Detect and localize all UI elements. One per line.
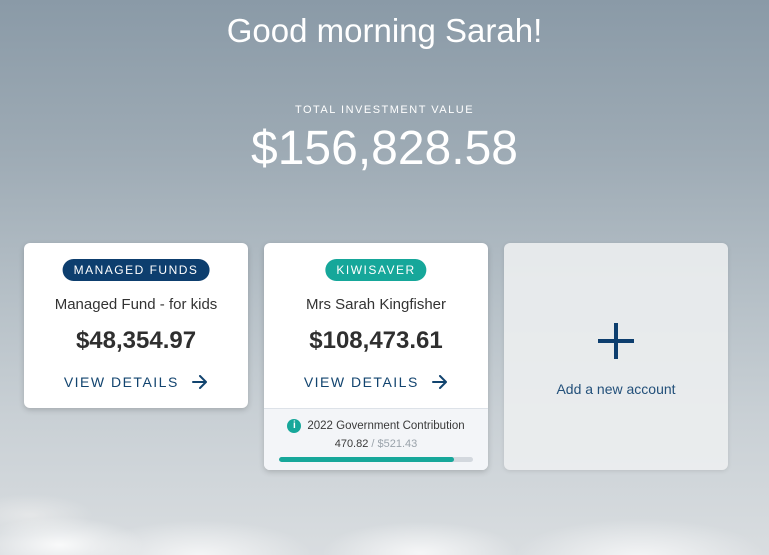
contribution-title-row: i 2022 Government Contribution: [264, 419, 488, 433]
contribution-target: $521.43: [377, 438, 418, 450]
arrow-right-icon: [432, 374, 448, 392]
info-icon[interactable]: i: [287, 419, 302, 433]
account-card-kiwisaver: KIWISAVER Mrs Sarah Kingfisher $108,473.…: [264, 243, 488, 470]
contribution-title: 2022 Government Contribution: [307, 420, 465, 433]
plus-icon: [598, 323, 634, 359]
contribution-progress-bar: [279, 457, 473, 462]
account-card-managed-fund: MANAGED FUNDS Managed Fund - for kids $4…: [24, 243, 248, 408]
view-details-label: VIEW DETAILS: [303, 374, 419, 390]
government-contribution-panel: i 2022 Government Contribution 470.82 / $…: [264, 408, 488, 470]
account-balance: $108,473.61: [309, 327, 443, 354]
contribution-amounts: 470.82 / $521.43: [264, 438, 488, 450]
account-balance: $48,354.97: [75, 327, 197, 354]
greeting-heading: Good morning Sarah!: [226, 12, 543, 49]
contribution-progress-fill: [279, 457, 454, 462]
contribution-separator: /: [368, 438, 378, 450]
total-investment-value: $156,828.58: [251, 122, 518, 175]
arrow-right-icon: [192, 374, 208, 392]
contribution-current: 470.82: [334, 438, 369, 450]
account-name: Managed Fund - for kids: [54, 296, 218, 313]
account-name: Mrs Sarah Kingfisher: [305, 296, 447, 313]
view-details-label: VIEW DETAILS: [63, 374, 179, 390]
account-type-badge: KIWISAVER: [325, 259, 427, 281]
view-details-link[interactable]: VIEW DETAILS: [24, 374, 248, 392]
view-details-link[interactable]: VIEW DETAILS: [264, 374, 488, 392]
account-type-badge: MANAGED FUNDS: [62, 259, 210, 281]
add-account-label: Add a new account: [556, 381, 676, 397]
add-account-card[interactable]: Add a new account: [504, 243, 728, 470]
total-investment-label: TOTAL INVESTMENT VALUE: [294, 104, 475, 116]
